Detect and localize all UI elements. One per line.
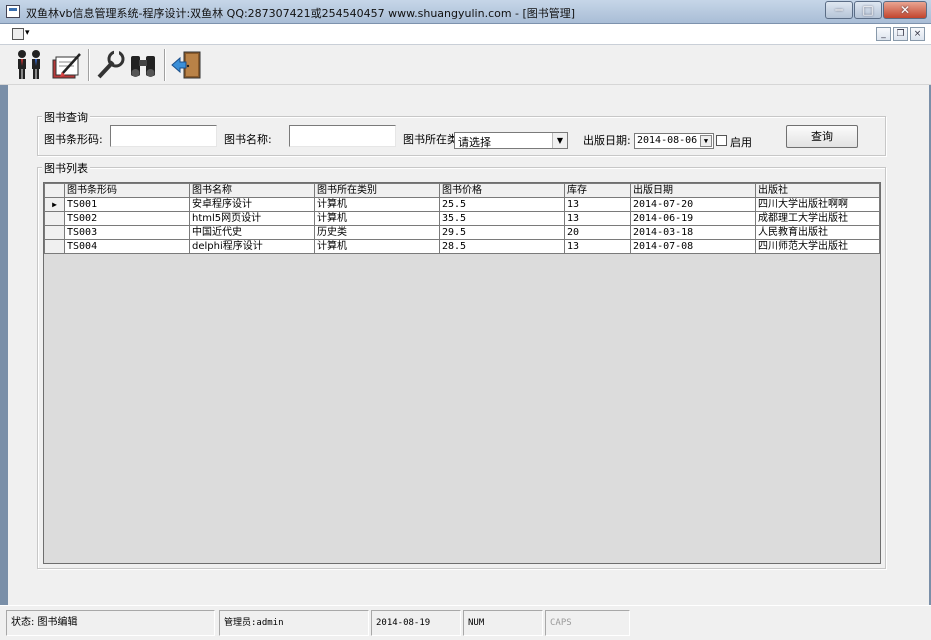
book-query-legend: 图书查询 bbox=[42, 109, 90, 125]
settings-button[interactable] bbox=[93, 48, 129, 82]
table-header-row: 图书条形码 图书名称 图书所在类别 图书价格 库存 出版日期 出版社 bbox=[44, 183, 880, 198]
book-grid[interactable]: 图书条形码 图书名称 图书所在类别 图书价格 库存 出版日期 出版社 ▶ TS00… bbox=[43, 182, 881, 564]
barcode-input[interactable] bbox=[110, 125, 217, 147]
table-cell[interactable]: 13 bbox=[564, 211, 631, 226]
pubdate-picker[interactable]: 2014-08-06 ▼ bbox=[634, 133, 714, 149]
wrench-icon bbox=[97, 50, 125, 79]
table-row[interactable]: TS004 delphi程序设计 计算机 28.5 13 2014-07-08 四川师范大学… bbox=[44, 239, 880, 254]
toolbar bbox=[0, 45, 931, 85]
status-bar: 状态: 图书编辑 管理员:admin 2014-08-19 NUM CAPS bbox=[0, 605, 931, 640]
mdi-restore-button[interactable]: ❐ bbox=[893, 27, 908, 41]
num-lock-panel: NUM bbox=[463, 610, 543, 636]
pubdate-label: 出版日期: bbox=[583, 134, 631, 147]
table-cell[interactable]: 20 bbox=[564, 225, 631, 240]
column-header[interactable]: 出版日期 bbox=[630, 183, 756, 198]
table-cell[interactable]: 25.5 bbox=[439, 197, 565, 212]
book-management-form: 图书查询 图书条形码: 图书名称: 图书所在类 请选择 ▼ 出版日期: 2014… bbox=[8, 85, 929, 605]
row-selector-icon[interactable] bbox=[44, 225, 65, 240]
menu-caret-icon: ▾ bbox=[25, 28, 30, 38]
mdi-minimize-button[interactable]: _ bbox=[876, 27, 891, 41]
book-name-input[interactable] bbox=[289, 125, 396, 147]
book-name-label: 图书名称: bbox=[224, 133, 272, 146]
table-cell[interactable]: 2014-03-18 bbox=[630, 225, 756, 240]
date-panel: 2014-08-19 bbox=[371, 610, 461, 636]
mdi-close-button[interactable]: × bbox=[910, 27, 925, 41]
enable-date-label: 启用 bbox=[730, 136, 752, 149]
category-label: 图书所在类 bbox=[403, 133, 458, 146]
mdi-controls: _ ❐ × bbox=[874, 27, 925, 41]
table-cell[interactable]: delphi程序设计 bbox=[189, 239, 315, 254]
table-cell[interactable]: TS003 bbox=[64, 225, 190, 240]
table-cell[interactable]: 四川师范大学出版社 bbox=[755, 239, 880, 254]
column-header[interactable]: 图书价格 bbox=[439, 183, 565, 198]
calendar-dropdown-icon[interactable]: ▼ bbox=[700, 135, 712, 147]
book-table: 图书条形码 图书名称 图书所在类别 图书价格 库存 出版日期 出版社 ▶ TS00… bbox=[44, 183, 880, 254]
table-cell[interactable]: 2014-07-20 bbox=[630, 197, 756, 212]
table-cell[interactable]: 计算机 bbox=[314, 197, 440, 212]
enable-date-checkbox[interactable] bbox=[716, 135, 727, 146]
users-button[interactable] bbox=[12, 48, 48, 82]
binoculars-icon bbox=[131, 56, 155, 77]
edit-book-icon bbox=[52, 53, 81, 79]
row-selector-icon[interactable] bbox=[44, 239, 65, 254]
exit-door-icon bbox=[171, 51, 201, 79]
edit-book-button[interactable] bbox=[50, 48, 86, 82]
table-row[interactable]: TS003 中国近代史 历史类 29.5 20 2014-03-18 人民教育出版社 bbox=[44, 225, 880, 240]
table-cell[interactable]: 2014-06-19 bbox=[630, 211, 756, 226]
table-cell[interactable]: html5网页设计 bbox=[189, 211, 315, 226]
row-selector-header bbox=[44, 183, 65, 198]
window-controls: ─ □ ✕ bbox=[824, 1, 927, 19]
close-button[interactable]: ✕ bbox=[883, 1, 927, 19]
table-cell[interactable]: 35.5 bbox=[439, 211, 565, 226]
exit-button[interactable] bbox=[170, 48, 206, 82]
row-selector-icon[interactable]: ▶ bbox=[44, 197, 65, 212]
toolbar-separator bbox=[164, 49, 166, 81]
table-cell[interactable]: 成都理工大学出版社 bbox=[755, 211, 880, 226]
table-cell[interactable]: 13 bbox=[564, 239, 631, 254]
admin-panel: 管理员:admin bbox=[219, 610, 369, 636]
table-cell[interactable]: 安卓程序设计 bbox=[189, 197, 315, 212]
table-cell[interactable]: TS002 bbox=[64, 211, 190, 226]
column-header[interactable]: 图书所在类别 bbox=[314, 183, 440, 198]
table-cell[interactable]: 历史类 bbox=[314, 225, 440, 240]
pubdate-value: 2014-08-06 bbox=[637, 135, 698, 146]
book-list-legend: 图书列表 bbox=[42, 160, 90, 176]
window-title: 双鱼林vb信息管理系统-程序设计:双鱼林 QQ:287307421或254540… bbox=[26, 7, 576, 20]
column-header[interactable]: 库存 bbox=[564, 183, 631, 198]
table-cell[interactable]: TS004 bbox=[64, 239, 190, 254]
column-header[interactable]: 出版社 bbox=[755, 183, 880, 198]
barcode-label: 图书条形码: bbox=[44, 133, 103, 146]
column-header[interactable]: 图书名称 bbox=[189, 183, 315, 198]
caps-lock-panel: CAPS bbox=[545, 610, 630, 636]
category-select[interactable]: 请选择 ▼ bbox=[454, 132, 568, 149]
search-button-toolbar[interactable] bbox=[126, 48, 162, 82]
table-row[interactable]: TS002 html5网页设计 计算机 35.5 13 2014-06-19 成都理工大学出… bbox=[44, 211, 880, 226]
table-cell[interactable]: 29.5 bbox=[439, 225, 565, 240]
minimize-button[interactable]: ─ bbox=[825, 1, 853, 19]
app-icon bbox=[6, 5, 20, 18]
table-cell[interactable]: 28.5 bbox=[439, 239, 565, 254]
table-cell[interactable]: 13 bbox=[564, 197, 631, 212]
table-cell[interactable]: 四川大学出版社啊啊 bbox=[755, 197, 880, 212]
category-select-value: 请选择 bbox=[458, 136, 491, 149]
table-cell[interactable]: 计算机 bbox=[314, 211, 440, 226]
mdi-menu-bar: ▾ _ ❐ × bbox=[0, 24, 931, 45]
maximize-button[interactable]: □ bbox=[854, 1, 882, 19]
users-icon bbox=[18, 50, 40, 79]
document-icon[interactable] bbox=[12, 28, 24, 40]
table-cell[interactable]: 2014-07-08 bbox=[630, 239, 756, 254]
row-selector-icon[interactable] bbox=[44, 211, 65, 226]
title-bar: 双鱼林vb信息管理系统-程序设计:双鱼林 QQ:287307421或254540… bbox=[0, 0, 931, 24]
search-button[interactable]: 查询 bbox=[786, 125, 858, 148]
table-cell[interactable]: TS001 bbox=[64, 197, 190, 212]
table-cell[interactable]: 计算机 bbox=[314, 239, 440, 254]
chevron-down-icon[interactable]: ▼ bbox=[552, 133, 567, 148]
column-header[interactable]: 图书条形码 bbox=[64, 183, 190, 198]
table-cell[interactable]: 中国近代史 bbox=[189, 225, 315, 240]
toolbar-separator bbox=[88, 49, 90, 81]
table-row[interactable]: ▶ TS001 安卓程序设计 计算机 25.5 13 2014-07-20 四川大学出版社啊啊 bbox=[44, 197, 880, 212]
status-panel: 状态: 图书编辑 bbox=[6, 610, 215, 636]
table-cell[interactable]: 人民教育出版社 bbox=[755, 225, 880, 240]
